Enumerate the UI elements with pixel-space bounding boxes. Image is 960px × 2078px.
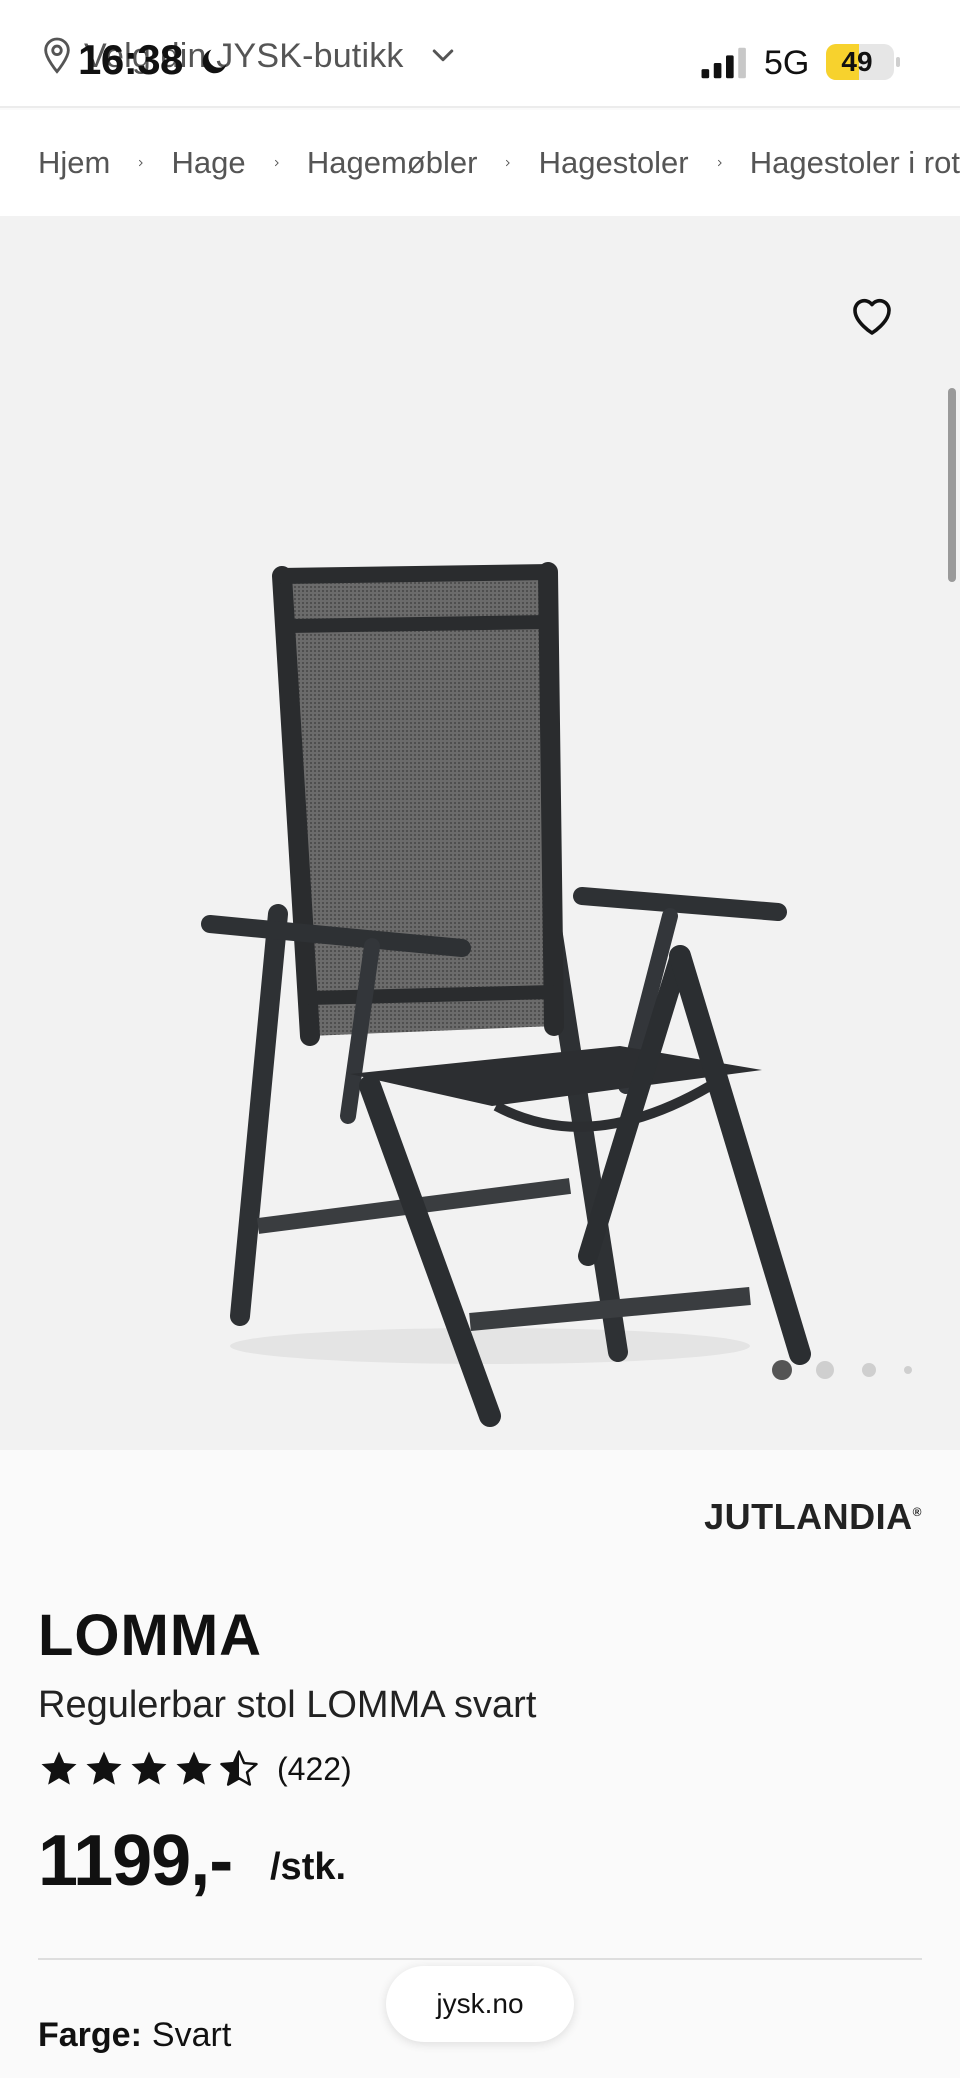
chevron-right-icon — [274, 159, 279, 167]
chevron-right-icon — [139, 159, 143, 167]
breadcrumb-item-hagemobler[interactable]: Hagemøbler — [307, 145, 478, 181]
chevron-down-icon — [432, 49, 453, 62]
chevron-right-icon — [506, 159, 511, 167]
top-bar: Velg din JYSK-butikk 16:38 5G 49 — [0, 0, 960, 108]
browser-url-pill[interactable]: jysk.no — [386, 1966, 574, 2042]
star-full-icon — [131, 1751, 167, 1785]
breadcrumb-item-hagestoler[interactable]: Hagestoler — [539, 145, 689, 181]
product-image-chair — [201, 562, 811, 1427]
network-type: 5G — [764, 44, 810, 82]
review-count[interactable]: (422) — [277, 1751, 352, 1788]
gallery-dot[interactable] — [772, 1360, 792, 1380]
gallery-dot[interactable] — [862, 1363, 876, 1377]
color-selector[interactable]: Farge: Svart — [38, 2016, 231, 2055]
brand-logo: JUTLANDIA® — [704, 1496, 922, 1538]
product-price: 1199,- — [38, 1821, 233, 1901]
signal-icon — [701, 47, 746, 79]
star-full-icon — [86, 1751, 122, 1785]
chevron-right-icon — [717, 159, 722, 167]
star-full-icon — [41, 1751, 77, 1785]
product-title: LOMMA — [38, 1603, 263, 1668]
moon-icon — [202, 49, 227, 74]
star-full-icon — [176, 1751, 212, 1785]
color-label: Farge: — [38, 2016, 142, 2054]
color-value: Svart — [151, 2016, 232, 2054]
brand-registered-mark: ® — [912, 1505, 922, 1519]
heart-icon[interactable] — [848, 292, 896, 336]
location-pin-icon — [44, 37, 70, 74]
gallery-pagination — [748, 1360, 912, 1380]
gallery-dot[interactable] — [904, 1366, 912, 1374]
breadcrumb-item-hage[interactable]: Hage — [172, 145, 246, 181]
scrollbar[interactable] — [948, 388, 956, 582]
battery-indicator: 49 — [826, 44, 900, 80]
battery-level: 49 — [841, 46, 873, 77]
breadcrumb-item-home[interactable]: Hjem — [38, 145, 110, 181]
breadcrumb-item-hagestoler-rotting[interactable]: Hagestoler i rot — [750, 145, 960, 181]
product-image-gallery[interactable] — [0, 216, 960, 1450]
gallery-dot[interactable] — [816, 1361, 834, 1379]
brand-name: JUTLANDIA — [704, 1496, 913, 1537]
product-subtitle: Regulerbar stol LOMMA svart — [38, 1684, 537, 1726]
divider — [38, 1958, 922, 1960]
product-rating[interactable]: (422) — [38, 1748, 352, 1790]
breadcrumb: Hjem Hage Hagemøbler Hagestoler Hagestol… — [0, 110, 960, 216]
status-time: 16:38 — [78, 36, 183, 83]
price-unit: /stk. — [270, 1846, 347, 1888]
star-half-icon — [220, 1750, 258, 1786]
